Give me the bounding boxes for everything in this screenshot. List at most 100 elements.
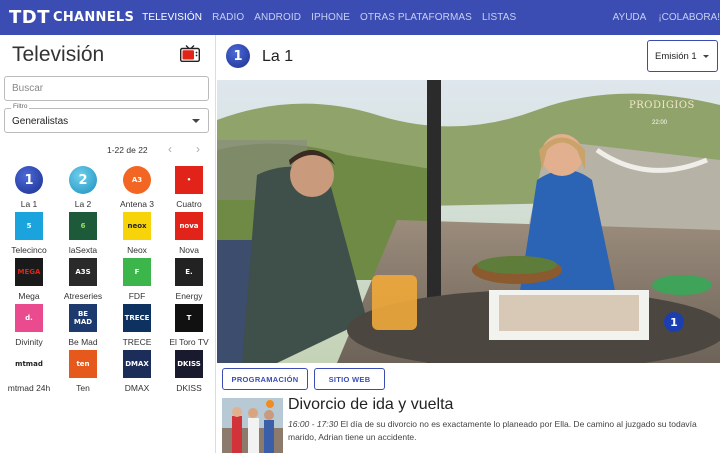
channel-name: Atreseries bbox=[63, 291, 103, 301]
channel-name: Neox bbox=[127, 245, 147, 255]
sidebar-title: Televisión bbox=[12, 43, 105, 66]
search-field bbox=[4, 76, 209, 101]
channel-item[interactable]: A3 Antena 3 bbox=[110, 166, 164, 212]
brand-logo[interactable]: TDT CHANNELS bbox=[9, 7, 134, 28]
channel-item[interactable]: nova Nova bbox=[162, 212, 216, 258]
channel-name: Mega bbox=[18, 291, 40, 301]
nav-item-android[interactable]: ANDROID bbox=[254, 12, 301, 23]
search-input[interactable] bbox=[5, 77, 208, 100]
channel-name: La 1 bbox=[20, 199, 38, 209]
top-nav-bar: TDT CHANNELS TELEVISIÓN RADIO ANDROID IP… bbox=[0, 0, 720, 35]
channel-item[interactable]: 6 laSexta bbox=[56, 212, 110, 258]
program-synopsis: El día de su divorcio no es exactamente … bbox=[288, 419, 697, 442]
channel-name: Cuatro bbox=[176, 199, 202, 209]
channel-title: La 1 bbox=[262, 48, 294, 65]
channel-name: laSexta bbox=[68, 245, 98, 255]
channel-item[interactable]: 5 Telecinco bbox=[2, 212, 56, 258]
channel-logo-icon: T bbox=[175, 304, 203, 332]
channel-name: TRECE bbox=[122, 337, 152, 347]
channel-name: Energy bbox=[175, 291, 203, 301]
program-time: 16:00 - 17:30 bbox=[288, 419, 339, 429]
channel-name: El Toro TV bbox=[169, 337, 209, 347]
channel-name: FDF bbox=[128, 291, 146, 301]
channel-logo: 1 bbox=[226, 44, 250, 68]
main-nav: TELEVISIÓN RADIO ANDROID IPHONE OTRAS PL… bbox=[142, 0, 526, 35]
channel-item[interactable]: d. Divinity bbox=[2, 304, 56, 350]
brand-tdt: TDT bbox=[9, 7, 50, 28]
channel-logo-icon: DKISS bbox=[175, 350, 203, 378]
channel-item[interactable]: T El Toro TV bbox=[162, 304, 216, 350]
emision-label: Emisión 1 bbox=[655, 50, 697, 62]
video-frame: 1 bbox=[217, 80, 720, 363]
channel-name: Divinity bbox=[15, 337, 43, 347]
chevron-down-icon bbox=[703, 55, 709, 58]
program-description: 16:00 - 17:30 El día de su divorcio no e… bbox=[288, 418, 708, 444]
channel-logo-icon: mtmad bbox=[15, 350, 43, 378]
channel-name: La 2 bbox=[74, 199, 92, 209]
channel-item[interactable]: DMAX DMAX bbox=[110, 350, 164, 396]
programacion-button[interactable]: PROGRAMACIÓN bbox=[222, 368, 308, 390]
channel-logo-icon: MEGA bbox=[15, 258, 43, 286]
channel-logo-icon: 5 bbox=[15, 212, 43, 240]
filter-select[interactable]: Filtro Generalistas bbox=[4, 103, 209, 133]
nav-item-otras-plataformas[interactable]: OTRAS PLATAFORMAS bbox=[360, 12, 472, 23]
pager-count: 1-22 de 22 bbox=[107, 145, 148, 155]
channel-logo-icon: • bbox=[175, 166, 203, 194]
channel-logo-icon: 2 bbox=[69, 166, 97, 194]
channel-logo-icon: 6 bbox=[69, 212, 97, 240]
channel-item[interactable]: mtmad mtmad 24h bbox=[2, 350, 56, 396]
nav-item-television[interactable]: TELEVISIÓN bbox=[142, 12, 202, 23]
channel-item[interactable]: 1 La 1 bbox=[2, 166, 56, 212]
filter-value: Generalistas bbox=[12, 116, 69, 127]
channel-logo-icon: neox bbox=[123, 212, 151, 240]
channel-logo-icon: E. bbox=[175, 258, 203, 286]
nav-item-colabora[interactable]: ¡COLABORA! bbox=[658, 12, 720, 23]
channel-sidebar: Televisión Filtro Generalistas 1-22 de 2… bbox=[0, 35, 216, 453]
nav-item-radio[interactable]: RADIO bbox=[212, 12, 244, 23]
emision-select[interactable]: Emisión 1 bbox=[647, 40, 718, 72]
channel-name: Antena 3 bbox=[119, 199, 155, 209]
channel-logo-icon: F bbox=[123, 258, 151, 286]
channel-item[interactable]: E. Energy bbox=[162, 258, 216, 304]
nav-item-iphone[interactable]: IPHONE bbox=[311, 12, 350, 23]
channel-logo-icon: ten bbox=[69, 350, 97, 378]
channel-logo-icon: TRECE bbox=[123, 304, 151, 332]
channel-name: Be Mad bbox=[68, 337, 98, 347]
brand-channels: CHANNELS bbox=[53, 10, 135, 25]
program-title: Divorcio de ida y vuelta bbox=[288, 396, 454, 413]
channel-item[interactable]: neox Neox bbox=[110, 212, 164, 258]
channel-item[interactable]: BE MAD Be Mad bbox=[56, 304, 110, 350]
channel-item[interactable]: F FDF bbox=[110, 258, 164, 304]
filter-legend: Filtro bbox=[11, 103, 30, 110]
chevron-down-icon bbox=[192, 119, 200, 123]
video-time: 22:00 bbox=[652, 120, 668, 126]
channel-name: Telecinco bbox=[11, 245, 47, 255]
channel-item[interactable]: 2 La 2 bbox=[56, 166, 110, 212]
channel-logo-icon: nova bbox=[175, 212, 203, 240]
channel-item[interactable]: ten Ten bbox=[56, 350, 110, 396]
channel-logo-icon: BE MAD bbox=[69, 304, 97, 332]
channel-logo-icon: DMAX bbox=[123, 350, 151, 378]
channel-logo-icon: d. bbox=[15, 304, 43, 332]
channel-item[interactable]: A3S Atreseries bbox=[56, 258, 110, 304]
program-thumbnail bbox=[222, 398, 283, 453]
channel-name: Ten bbox=[76, 383, 90, 393]
chevron-left-icon[interactable]: ‹ bbox=[168, 142, 172, 156]
channel-item[interactable]: • Cuatro bbox=[162, 166, 216, 212]
nav-right: AYUDA ¡COLABORA! bbox=[601, 0, 720, 35]
channel-item[interactable]: TRECE TRECE bbox=[110, 304, 164, 350]
channel-item[interactable]: DKISS DKISS bbox=[162, 350, 216, 396]
sitio-web-button[interactable]: SITIO WEB bbox=[314, 368, 385, 390]
nav-item-listas[interactable]: LISTAS bbox=[482, 12, 516, 23]
main-panel: 1 La 1 Emisión 1 1 PRODIGIOS 22:00 PROGR… bbox=[217, 35, 720, 453]
channel-logo-icon: A3 bbox=[123, 166, 151, 194]
chevron-right-icon[interactable]: › bbox=[196, 142, 200, 156]
nav-item-ayuda[interactable]: AYUDA bbox=[613, 12, 647, 23]
channel-logo-icon: A3S bbox=[69, 258, 97, 286]
video-player[interactable]: 1 PRODIGIOS 22:00 bbox=[217, 80, 720, 363]
channel-item[interactable]: MEGA Mega bbox=[2, 258, 56, 304]
tv-icon bbox=[180, 45, 200, 62]
video-channel-mark: 1 bbox=[670, 316, 678, 329]
channel-name: Nova bbox=[179, 245, 199, 255]
channel-name: DMAX bbox=[124, 383, 150, 393]
